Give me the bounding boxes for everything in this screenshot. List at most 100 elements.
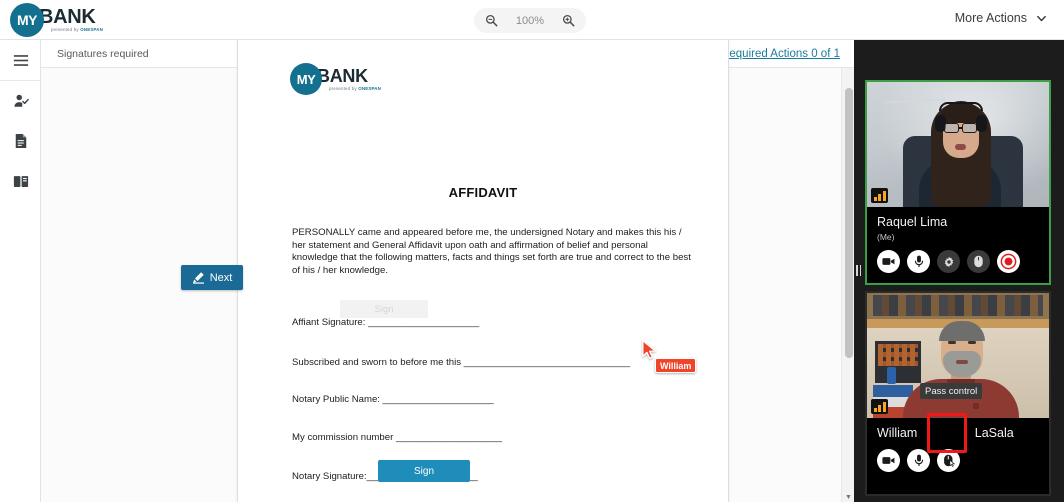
video-glasses-right	[962, 123, 977, 133]
document-workspace: Signatures required Required Actions 0 o…	[41, 40, 854, 502]
video-headphone-right	[976, 115, 987, 132]
mouse-icon	[973, 255, 984, 268]
logo-name: BANK	[39, 6, 96, 28]
participant-card-raquel-lima[interactable]: Raquel Lima (Me)	[865, 80, 1051, 285]
camera-toggle-button[interactable]	[877, 449, 900, 472]
document-logo-mark: MY	[290, 63, 322, 95]
document-logo-text: BANK presented by ONESPAN	[317, 66, 381, 92]
zoom-control[interactable]: 100%	[474, 8, 586, 33]
field-affiant-signature-label: Affiant Signature:	[292, 317, 369, 328]
logo-text: BANK presented by ONESPAN	[39, 7, 103, 33]
logo-tagline: presented by ONESPAN	[51, 27, 103, 33]
field-notary-signature-label: Notary Signature:	[292, 471, 367, 482]
field-notary-public-name-label: Notary Public Name:	[292, 394, 383, 405]
participants-panel: Participants (2) Raquel Lima (Me)	[854, 0, 1064, 502]
required-actions-link[interactable]: Required Actions 0 of 1	[721, 48, 840, 60]
top-bar: MY BANK presented by ONESPAN 100% More A…	[0, 0, 1064, 40]
rail-item-journal[interactable]	[0, 161, 41, 201]
logo-tagline-prefix: presented by	[51, 27, 79, 32]
mouse-icon	[943, 454, 955, 467]
participant-last-name: LaSala	[974, 426, 1014, 440]
participant-self-tag: (Me)	[877, 232, 895, 242]
field-commission-number-label: My commission number	[292, 432, 396, 443]
magnifier-plus-icon[interactable]	[562, 14, 575, 27]
document-header-logo: MY BANK presented by ONESPAN	[290, 63, 381, 95]
video-mouth	[956, 360, 968, 364]
video-camera-icon	[882, 257, 895, 266]
participant-controls-raquel-lima	[867, 242, 1049, 273]
video-camera-icon	[882, 456, 895, 465]
field-subscribed-sworn-rule: _________________________________	[463, 357, 630, 368]
document-icon	[14, 133, 28, 149]
pass-control-button[interactable]	[937, 449, 960, 472]
signal-strength-icon	[871, 188, 888, 203]
document-paragraph: PERSONALLY came and appeared before me, …	[292, 227, 691, 276]
next-button[interactable]: Next	[181, 265, 243, 290]
rail-item-menu[interactable]	[0, 40, 41, 80]
video-pin-board-items	[878, 344, 918, 366]
affiant-sign-button-disabled[interactable]: Sign	[340, 300, 428, 318]
field-subscribed-sworn-label: Subscribed and sworn to before me this	[292, 357, 464, 368]
participant-video-raquel-lima[interactable]	[867, 82, 1049, 207]
video-glasses-bridge	[959, 127, 962, 129]
next-button-label: Next	[209, 271, 233, 284]
participant-name: Raquel Lima	[877, 215, 948, 229]
signatures-required-label: Signatures required	[57, 47, 149, 60]
signal-strength-icon	[871, 399, 888, 414]
document-logo-tagline-prefix: presented by	[329, 86, 357, 91]
participant-name: William LaSala	[877, 426, 1049, 441]
participant-meta-raquel-lima: Raquel Lima (Me)	[867, 207, 1049, 242]
caret-down-icon[interactable]: ▼	[842, 494, 854, 501]
video-eye-right	[968, 341, 976, 344]
scrollbar-thumb[interactable]	[844, 88, 853, 358]
video-shirt-logo	[973, 403, 979, 409]
video-headphone-band	[939, 102, 983, 111]
field-notary-public-name-rule: ______________________	[382, 394, 494, 405]
document-logo-name: BANK	[317, 66, 368, 86]
field-affiant-signature: Affiant Signature: _____________________…	[292, 317, 479, 328]
panel-drag-handle[interactable]	[854, 262, 863, 278]
microphone-icon	[914, 255, 924, 268]
book-icon	[13, 174, 29, 189]
field-commission-number-rule: _____________________	[395, 432, 502, 443]
pass-control-button[interactable]	[967, 250, 990, 273]
logo-mark: MY	[10, 3, 44, 37]
video-mouth	[955, 144, 966, 150]
app-logo[interactable]: MY BANK presented by ONESPAN	[10, 3, 103, 37]
rail-item-signers[interactable]	[0, 81, 41, 121]
hamburger-menu-icon	[13, 54, 29, 67]
microphone-toggle-button[interactable]	[907, 250, 930, 273]
record-icon	[1000, 253, 1017, 270]
video-glasses-left	[944, 123, 959, 133]
magnifier-minus-icon[interactable]	[485, 14, 498, 27]
left-rail	[0, 40, 41, 502]
field-commission-number: My commission number ___________________…	[292, 432, 502, 443]
more-actions-button[interactable]: More Actions	[955, 11, 1046, 25]
document-title: AFFIDAVIT	[448, 185, 518, 200]
logo-tagline-brand: ONESPAN	[80, 27, 104, 32]
field-affiant-signature-rule: ______________________	[368, 317, 479, 328]
document-scroll-region[interactable]: MY BANK presented by ONESPAN AFFIDAVIT P…	[41, 40, 854, 502]
more-actions-label: More Actions	[954, 11, 1027, 25]
chevron-down-icon	[1036, 13, 1046, 23]
video-shelf-items	[873, 295, 1043, 316]
microphone-toggle-button[interactable]	[907, 449, 930, 472]
notary-sign-button[interactable]: Sign	[378, 460, 470, 482]
microphone-icon	[914, 454, 924, 467]
record-button[interactable]	[997, 250, 1020, 273]
settings-button[interactable]	[937, 250, 960, 273]
document-vertical-scrollbar[interactable]: ▼	[841, 68, 854, 502]
camera-toggle-button[interactable]	[877, 250, 900, 273]
field-subscribed-sworn: Subscribed and sworn to before me this _…	[292, 357, 630, 368]
video-can	[887, 367, 896, 384]
participant-first-name: William	[877, 426, 918, 440]
person-check-icon	[13, 93, 29, 109]
video-eye-left	[948, 341, 956, 344]
participant-video-william-lasala[interactable]	[867, 293, 1049, 418]
document-logo-tagline: presented by ONESPAN	[329, 86, 381, 92]
gear-icon	[943, 256, 955, 268]
document-page: MY BANK presented by ONESPAN AFFIDAVIT P…	[237, 40, 729, 502]
rail-item-documents[interactable]	[0, 121, 41, 161]
field-notary-public-name: Notary Public Name: ____________________…	[292, 394, 494, 405]
participant-controls-william-lasala	[867, 441, 1049, 472]
